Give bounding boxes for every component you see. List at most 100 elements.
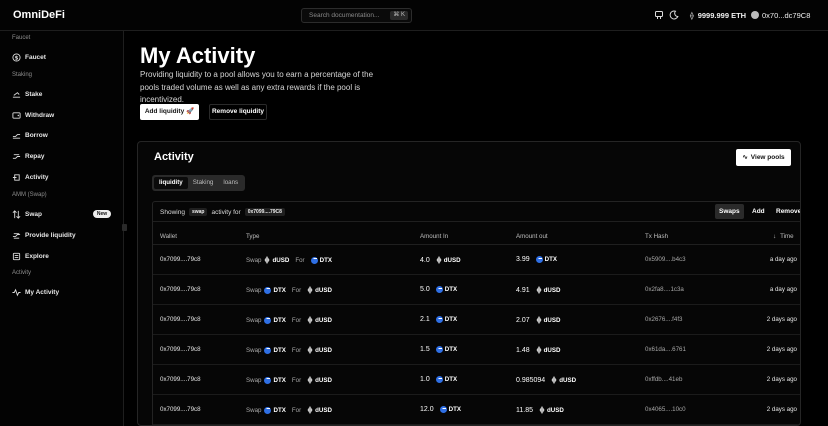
amount-out-cell: 3.99 DTX [516, 256, 557, 263]
for-label: For [291, 346, 302, 354]
add-liquidity-button[interactable]: Add liquidity 🚀 [140, 104, 199, 120]
token: DTX [439, 406, 461, 413]
sidebar-section-activity: Activity [12, 270, 32, 276]
token: DTX [264, 346, 286, 354]
token-symbol: DTX [444, 346, 458, 353]
type-cell: Swap DTX For dUSD [246, 346, 332, 354]
table-row[interactable]: 0x7099....79c8 Swap DTX For dUSD 5.0 DTX 4.91 dU… [153, 275, 800, 305]
sidebar-item-activity[interactable]: Activity [12, 171, 48, 183]
app-logo[interactable]: OmniDeFi [13, 9, 65, 21]
token: dUSD [307, 406, 332, 414]
table-row[interactable]: 0x7099....79c8 Swap DTX For dUSD 12.0 DTX 11.85… [153, 395, 800, 425]
for-label: For [291, 376, 302, 384]
token: DTX [264, 406, 286, 414]
time-cell: 2 days ago [766, 406, 797, 413]
wallet-address-button[interactable]: 0x70...dc79C8 [751, 7, 810, 24]
col-amount-out: Amount out [516, 233, 548, 240]
token: dUSD [307, 376, 332, 384]
table-row[interactable]: 0x7099....79c8 Swap DTX For dUSD 1.5 DTX 1.48 dU… [153, 335, 800, 365]
token-symbol: dUSD [315, 316, 332, 324]
wallet-cell[interactable]: 0x7099....79c8 [160, 316, 201, 323]
token-symbol: DTX [273, 406, 286, 414]
sidebar-item-provide-liquidity[interactable]: Provide liquidity [12, 229, 76, 241]
tx-hash-link[interactable]: 0x2fa8....1c3a [645, 286, 684, 293]
dtx-token-icon [435, 376, 443, 383]
github-icon[interactable] [654, 10, 664, 20]
token-symbol: dUSD [315, 286, 332, 294]
showing-summary: Showing swap activity for 0x7099....79C8 [160, 208, 285, 216]
sidebar-item-my-activity[interactable]: My Activity [12, 286, 59, 298]
filter-swaps[interactable]: Swaps [715, 204, 744, 219]
dtx-token-icon [439, 406, 447, 413]
wallet-cell[interactable]: 0x7099....79c8 [160, 376, 201, 383]
wallet-cell[interactable]: 0x7099....79c8 [160, 286, 201, 293]
amount-out-cell: 1.48 dUSD [516, 346, 560, 354]
amount-in: 1.0 [420, 376, 430, 383]
wallet-cell[interactable]: 0x7099....79c8 [160, 346, 201, 353]
filter-remove[interactable]: Remove [772, 204, 800, 219]
for-label: For [295, 256, 305, 264]
search-input[interactable]: Search documentation... ⌘ K [301, 8, 412, 23]
token-symbol: DTX [444, 376, 458, 383]
token-symbol: DTX [319, 256, 332, 264]
tx-hash-link[interactable]: 0xffdb....41eb [645, 376, 682, 383]
token: DTX [310, 256, 332, 264]
tx-hash-link[interactable]: 0x2676....f4f3 [645, 316, 683, 323]
sidebar-item-stake[interactable]: Stake [12, 88, 42, 100]
activity-icon [12, 173, 20, 181]
amount-in-cell: 2.1 DTX [420, 316, 457, 323]
tab-loans[interactable]: loans [218, 177, 243, 189]
eth-balance[interactable]: ⟠ 9999.999 ETH [686, 7, 750, 24]
token-symbol: dUSD [543, 316, 561, 324]
token: DTX [264, 316, 286, 324]
sidebar-item-label: Provide liquidity [25, 231, 76, 239]
remove-liquidity-button[interactable]: Remove liquidity [209, 104, 267, 120]
sidebar-item-faucet[interactable]: $ Faucet [12, 51, 46, 63]
sidebar-item-repay[interactable]: Repay [12, 150, 45, 162]
amount-out: 4.91 [516, 286, 530, 294]
col-time[interactable]: ↓ Time [773, 233, 794, 240]
col-wallet: Wallet [160, 233, 177, 240]
moon-icon[interactable] [669, 10, 679, 20]
filter-add[interactable]: Add [748, 204, 769, 219]
tx-hash-link[interactable]: 0x61da....6761 [645, 346, 686, 353]
table-row[interactable]: 0x7099....79c8 Swap DTX For dUSD 2.1 DTX 2.07 dU… [153, 305, 800, 335]
sidebar-item-label: Activity [25, 173, 49, 181]
activity-tabs: liquidity Staking loans [152, 175, 246, 191]
tx-hash-link[interactable]: 0x4065....10c0 [645, 406, 686, 413]
time-cell: a day ago [769, 256, 797, 263]
sidebar-item-swap[interactable]: Swap [12, 208, 42, 220]
tab-liquidity[interactable]: liquidity [154, 177, 188, 189]
sidebar-item-explore[interactable]: Explore [12, 250, 49, 262]
sidebar-item-withdraw[interactable]: Withdraw [12, 109, 54, 121]
sidebar-item-label: Stake [25, 90, 43, 98]
token-symbol: dUSD [543, 286, 561, 294]
address-chip: 0x7099....79C8 [244, 208, 285, 216]
type-cell: Swap DTX For dUSD [246, 376, 332, 384]
dusd-token-icon [307, 376, 313, 384]
token: dUSD [536, 286, 561, 294]
dtx-token-icon [310, 256, 318, 264]
amount-in-cell: 1.5 DTX [420, 346, 457, 353]
col-type: Type [246, 233, 260, 240]
tab-staking[interactable]: Staking [188, 177, 219, 189]
sidebar-item-borrow[interactable]: Borrow [12, 129, 48, 141]
wallet-cell[interactable]: 0x7099....79c8 [160, 406, 201, 413]
amount-in-cell: 5.0 DTX [420, 286, 457, 293]
sidebar-section-staking: Staking [12, 72, 33, 78]
tx-hash-link[interactable]: 0x5909....b4c3 [645, 256, 686, 263]
sidebar-item-label: Repay [25, 152, 45, 160]
table-row[interactable]: 0x7099....79c8 Swap dUSD For DTX 4.0 dUSD 3.99 D… [153, 245, 800, 275]
amount-out: 11.85 [516, 406, 533, 414]
amount-out: 1.48 [516, 346, 530, 354]
wallet-cell[interactable]: 0x7099....79c8 [160, 256, 201, 263]
amount-out: 3.99 [516, 256, 530, 263]
view-pools-button[interactable]: ∿ View pools [736, 149, 791, 166]
eth-logo-icon: ⟠ [690, 11, 694, 20]
token: DTX [535, 256, 557, 263]
for-label: For [291, 406, 302, 414]
dollar-circle-icon: $ [12, 52, 21, 61]
search-shortcut: ⌘ K [390, 11, 408, 20]
table-row[interactable]: 0x7099....79c8 Swap DTX For dUSD 1.0 DTX 0.9850… [153, 365, 800, 395]
sidebar-section-faucet: Faucet [12, 35, 31, 41]
